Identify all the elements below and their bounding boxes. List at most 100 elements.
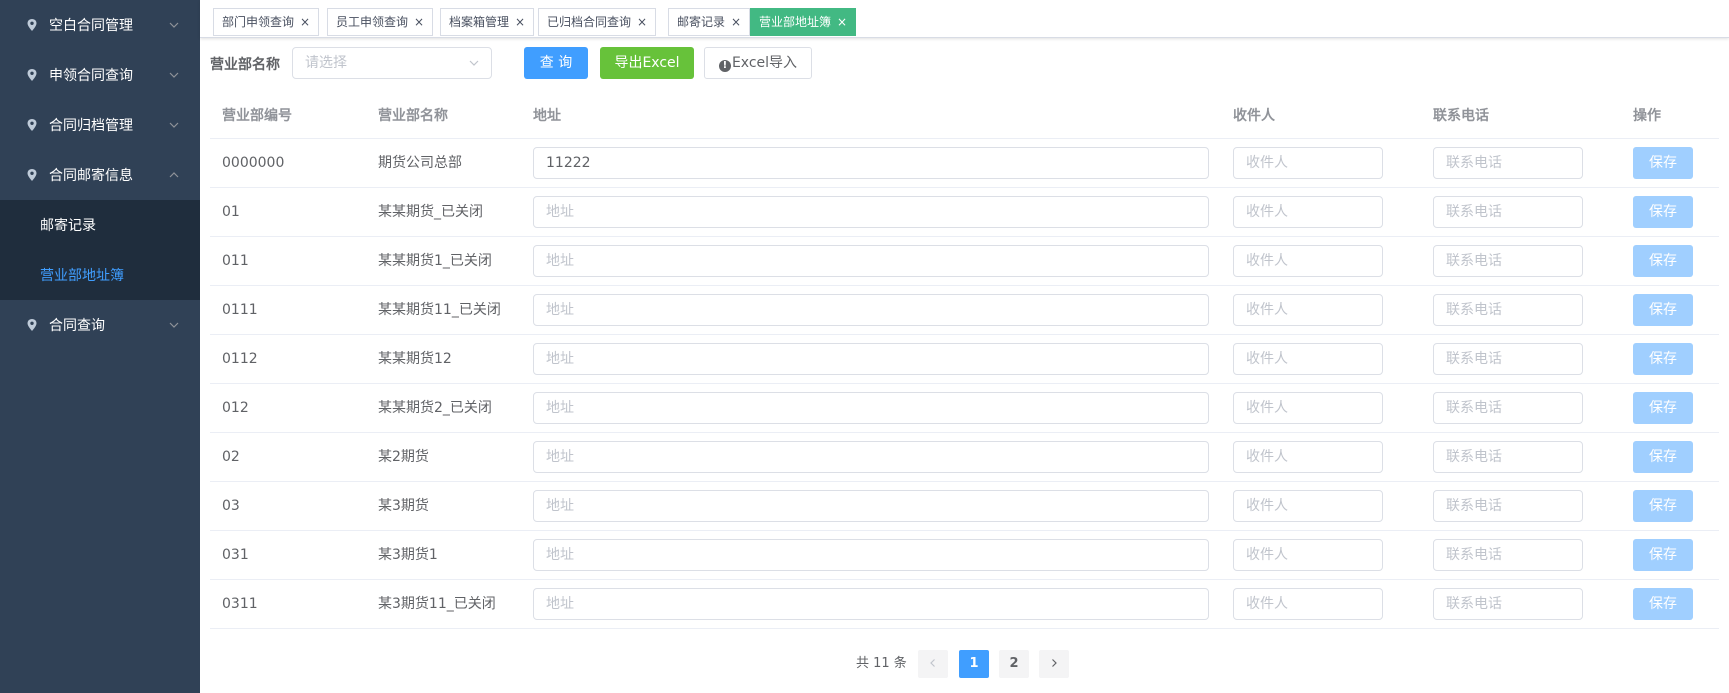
- save-button[interactable]: 保存: [1633, 490, 1693, 522]
- save-button[interactable]: 保存: [1633, 539, 1693, 571]
- next-page-button[interactable]: [1039, 650, 1069, 678]
- table-row: 02 某2期货 地址 收件人 联系电话 保存: [210, 433, 1719, 482]
- select-placeholder: 请选择: [305, 55, 347, 71]
- address-input[interactable]: 地址: [533, 588, 1209, 620]
- chevron-down-icon: [469, 60, 479, 66]
- address-input[interactable]: 地址: [533, 490, 1209, 522]
- query-button[interactable]: 查 询: [524, 47, 588, 79]
- sidebar-menu-item[interactable]: 合同邮寄信息: [0, 150, 200, 200]
- cell-name: 某某期货1_已关闭: [378, 253, 492, 269]
- save-button[interactable]: 保存: [1633, 294, 1693, 326]
- cell-code: 011: [222, 253, 249, 269]
- save-button[interactable]: 保存: [1633, 245, 1693, 277]
- sidebar-submenu-item[interactable]: 邮寄记录: [0, 200, 200, 250]
- cell-name: 某3期货1: [378, 547, 438, 563]
- chevron-down-icon: [169, 22, 179, 28]
- address-input[interactable]: 地址: [533, 539, 1209, 571]
- table-row: 0311 某3期货11_已关闭 地址 收件人 联系电话 保存: [210, 580, 1719, 629]
- address-input[interactable]: 地址: [533, 441, 1209, 473]
- table-row: 0000000 期货公司总部 11222 收件人 联系电话 保存: [210, 139, 1719, 188]
- import-excel-button[interactable]: ! Excel导入: [704, 47, 812, 79]
- chevron-down-icon: [169, 322, 179, 328]
- cell-code: 0311: [222, 596, 258, 612]
- address-input[interactable]: 11222: [533, 147, 1209, 179]
- sidebar-submenu-item[interactable]: 营业部地址簿: [0, 250, 200, 300]
- tab[interactable]: 已归档合同查询 ×: [538, 8, 657, 36]
- recipient-input[interactable]: 收件人: [1233, 196, 1383, 228]
- address-input[interactable]: 地址: [533, 294, 1209, 326]
- branch-select[interactable]: 请选择: [292, 47, 492, 79]
- address-input[interactable]: 地址: [533, 245, 1209, 277]
- tab-label: 部门申领查询: [222, 15, 295, 29]
- phone-input[interactable]: 联系电话: [1433, 294, 1583, 326]
- cell-code: 01: [222, 204, 240, 220]
- close-icon[interactable]: ×: [731, 15, 741, 29]
- tabs-bar: 部门申领查询 × 员工申领查询 × 档案箱管理 × 已归档合同查询 × 邮寄记录 × 营业部地址簿 ×: [200, 0, 1729, 38]
- sidebar-menu-item[interactable]: 合同归档管理: [0, 100, 200, 150]
- cell-name: 某某期货12: [378, 351, 452, 367]
- location-pin-icon: [27, 19, 37, 31]
- save-button[interactable]: 保存: [1633, 588, 1693, 620]
- recipient-input[interactable]: 收件人: [1233, 147, 1383, 179]
- save-button[interactable]: 保存: [1633, 441, 1693, 473]
- tab[interactable]: 邮寄记录 ×: [668, 8, 751, 36]
- table-header: 营业部编号 营业部名称 地址 收件人 联系电话 操作: [210, 94, 1719, 139]
- chevron-up-icon: [169, 172, 179, 178]
- recipient-input[interactable]: 收件人: [1233, 539, 1383, 571]
- export-excel-button[interactable]: 导出Excel: [600, 47, 694, 79]
- save-button[interactable]: 保存: [1633, 196, 1693, 228]
- page-number-button[interactable]: 1: [959, 650, 989, 678]
- cell-name: 期货公司总部: [378, 155, 462, 171]
- tab[interactable]: 档案箱管理 ×: [440, 8, 535, 36]
- close-icon[interactable]: ×: [515, 15, 525, 29]
- cell-name: 某某期货2_已关闭: [378, 400, 492, 416]
- recipient-input[interactable]: 收件人: [1233, 392, 1383, 424]
- phone-input[interactable]: 联系电话: [1433, 392, 1583, 424]
- close-icon[interactable]: ×: [414, 15, 424, 29]
- phone-input[interactable]: 联系电话: [1433, 245, 1583, 277]
- recipient-input[interactable]: 收件人: [1233, 441, 1383, 473]
- phone-input[interactable]: 联系电话: [1433, 147, 1583, 179]
- tab-label: 已归档合同查询: [547, 15, 632, 29]
- header-address: 地址: [533, 108, 561, 124]
- address-input[interactable]: 地址: [533, 343, 1209, 375]
- tab[interactable]: 部门申领查询 ×: [213, 8, 320, 36]
- table-row: 031 某3期货1 地址 收件人 联系电话 保存: [210, 531, 1719, 580]
- table-row: 0111 某某期货11_已关闭 地址 收件人 联系电话 保存: [210, 286, 1719, 335]
- address-input[interactable]: 地址: [533, 196, 1209, 228]
- sidebar-menu-item[interactable]: 空白合同管理: [0, 0, 200, 50]
- save-button[interactable]: 保存: [1633, 392, 1693, 424]
- close-icon[interactable]: ×: [637, 15, 647, 29]
- recipient-input[interactable]: 收件人: [1233, 490, 1383, 522]
- close-icon[interactable]: ×: [300, 15, 310, 29]
- pagination-total: 共 11 条: [856, 656, 907, 671]
- phone-input[interactable]: 联系电话: [1433, 539, 1583, 571]
- phone-input[interactable]: 联系电话: [1433, 196, 1583, 228]
- page-number-button[interactable]: 2: [999, 650, 1029, 678]
- tab[interactable]: 员工申领查询 ×: [327, 8, 434, 36]
- sidebar-menu-item[interactable]: 合同查询: [0, 300, 200, 350]
- address-input[interactable]: 地址: [533, 392, 1209, 424]
- header-phone: 联系电话: [1433, 108, 1489, 124]
- cell-name: 某2期货: [378, 449, 429, 465]
- sidebar-menu-label: 申领合同查询: [49, 68, 133, 84]
- phone-input[interactable]: 联系电话: [1433, 441, 1583, 473]
- recipient-input[interactable]: 收件人: [1233, 588, 1383, 620]
- recipient-input[interactable]: 收件人: [1233, 343, 1383, 375]
- sidebar-menu-label: 合同查询: [49, 318, 105, 334]
- sidebar-menu-item[interactable]: 申领合同查询: [0, 50, 200, 100]
- tab-label: 员工申领查询: [336, 15, 409, 29]
- save-button[interactable]: 保存: [1633, 343, 1693, 375]
- recipient-input[interactable]: 收件人: [1233, 245, 1383, 277]
- tab[interactable]: 营业部地址簿 ×: [750, 8, 857, 36]
- header-code: 营业部编号: [222, 108, 292, 124]
- location-pin-icon: [27, 69, 37, 81]
- save-button[interactable]: 保存: [1633, 147, 1693, 179]
- phone-input[interactable]: 联系电话: [1433, 588, 1583, 620]
- phone-input[interactable]: 联系电话: [1433, 343, 1583, 375]
- info-icon: !: [718, 60, 731, 72]
- phone-input[interactable]: 联系电话: [1433, 490, 1583, 522]
- prev-page-button[interactable]: [918, 650, 948, 678]
- close-icon[interactable]: ×: [837, 15, 847, 29]
- recipient-input[interactable]: 收件人: [1233, 294, 1383, 326]
